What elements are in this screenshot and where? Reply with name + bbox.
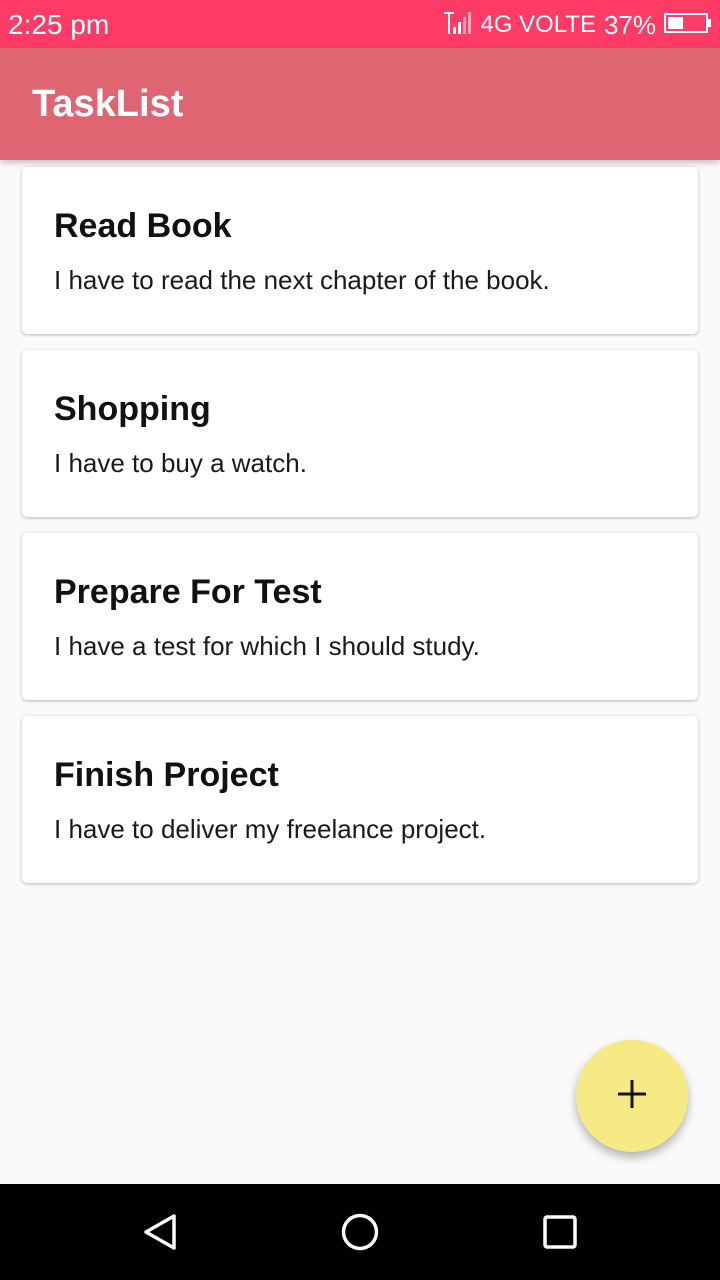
screen: 2:25 pm 4G VOLTE 37% TaskList Read Book … xyxy=(0,0,720,1280)
task-list: Read Book I have to read the next chapte… xyxy=(22,167,698,899)
task-description: I have to buy a watch. xyxy=(54,448,307,478)
battery-percent: 37% xyxy=(603,9,656,40)
navigation-bar xyxy=(0,1184,720,1280)
task-card[interactable]: Prepare For Test I have a test for which… xyxy=(22,533,698,700)
task-description: I have to read the next chapter of the b… xyxy=(54,265,550,295)
app-title: TaskList xyxy=(32,83,184,125)
home-circle-icon xyxy=(338,1210,382,1259)
home-button[interactable] xyxy=(338,1212,382,1256)
status-indicators: 4G VOLTE 37% xyxy=(444,8,712,42)
task-title: Finish Project xyxy=(54,756,279,794)
task-title: Shopping xyxy=(54,390,211,428)
task-title: Prepare For Test xyxy=(54,573,322,611)
status-time: 2:25 pm xyxy=(8,9,110,40)
task-description: I have to deliver my freelance project. xyxy=(54,814,487,844)
plus-icon xyxy=(616,1078,648,1115)
back-button[interactable] xyxy=(138,1212,182,1256)
status-bar: 2:25 pm 4G VOLTE 37% xyxy=(0,0,720,48)
add-task-button[interactable] xyxy=(576,1040,688,1152)
signal-icon xyxy=(444,10,472,41)
battery-icon xyxy=(664,12,712,39)
task-card[interactable]: Finish Project I have to deliver my free… xyxy=(22,716,698,883)
network-type: 4G VOLTE xyxy=(480,11,596,38)
task-card[interactable]: Read Book I have to read the next chapte… xyxy=(22,167,698,334)
back-triangle-icon xyxy=(138,1210,182,1259)
recents-square-icon xyxy=(538,1210,582,1259)
task-description: I have a test for which I should study. xyxy=(54,631,480,661)
task-title: Read Book xyxy=(54,207,232,245)
app-bar: TaskList xyxy=(0,48,720,160)
task-card[interactable]: Shopping I have to buy a watch. xyxy=(22,350,698,517)
recents-button[interactable] xyxy=(538,1212,582,1256)
